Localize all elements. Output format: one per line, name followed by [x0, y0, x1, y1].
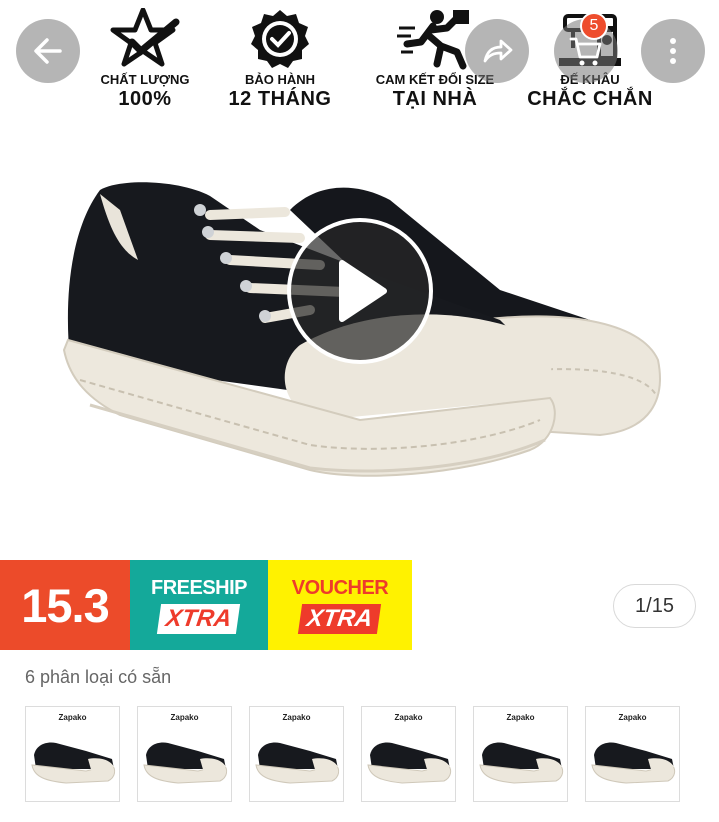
cart-button[interactable]: 5	[554, 12, 618, 83]
feature-warranty: BẢO HÀNH 12 THÁNG	[205, 8, 355, 111]
gallery-counter: 1/15	[613, 584, 696, 628]
feature-quality-line1: CHẤT LƯỢNG	[100, 72, 190, 87]
voucher-xtra-badge: VOUCHER XTRA	[268, 560, 412, 650]
cart-count-badge: 5	[580, 12, 608, 40]
feature-warranty-line2: 12 THÁNG	[228, 88, 332, 110]
freeship-label: FREESHIP	[150, 576, 248, 599]
feature-sole-line2: CHẮC CHẮN	[527, 88, 653, 110]
product-media[interactable]: CHẤT LƯỢNG 100% BẢO HÀNH 12 THÁNG CAM KẾ…	[0, 0, 719, 560]
sale-date-badge: 15.3	[0, 560, 130, 650]
variant-brand: Zapako	[170, 713, 199, 722]
variant-thumbnail[interactable]: Zapako	[249, 706, 344, 802]
variant-brand: Zapako	[506, 713, 535, 722]
variant-thumbnail[interactable]: Zapako	[473, 706, 568, 802]
variant-brand: Zapako	[282, 713, 311, 722]
variant-list: Zapako Zapako Zapako Zapako Zapako Zapak…	[25, 706, 695, 802]
more-vertical-icon	[670, 38, 676, 64]
badge-check-icon	[251, 10, 309, 68]
star-check-icon	[110, 8, 180, 67]
variant-thumbnail[interactable]: Zapako	[137, 706, 232, 802]
variant-thumbnail[interactable]: Zapako	[585, 706, 680, 802]
feature-exchange-line2: TẠI NHÀ	[392, 88, 478, 110]
freeship-xtra-label: XTRA	[157, 603, 241, 634]
more-options-button[interactable]	[641, 19, 705, 83]
voucher-xtra-label: XTRA	[298, 603, 382, 634]
variant-thumbnail[interactable]: Zapako	[25, 706, 120, 802]
feature-quality-line2: 100%	[118, 88, 172, 110]
promo-banner: 15.3 FREESHIP XTRA VOUCHER XTRA	[0, 560, 412, 650]
feature-warranty-line1: BẢO HÀNH	[244, 72, 316, 87]
back-button[interactable]	[16, 19, 80, 83]
variants-label: 6 phân loại có sẵn	[25, 667, 172, 687]
share-button[interactable]	[465, 19, 529, 83]
play-icon	[339, 260, 387, 322]
variant-thumbnail[interactable]: Zapako	[361, 706, 456, 802]
freeship-xtra-badge: FREESHIP XTRA	[130, 560, 268, 650]
play-video-button[interactable]	[287, 218, 433, 364]
feature-quality: CHẤT LƯỢNG 100%	[70, 8, 220, 111]
variant-brand: Zapako	[394, 713, 423, 722]
share-arrow-icon	[483, 39, 513, 63]
voucher-label: VOUCHER	[291, 576, 389, 599]
running-delivery-icon	[397, 10, 469, 70]
arrow-left-icon	[34, 38, 62, 64]
variant-brand: Zapako	[58, 713, 87, 722]
variant-brand: Zapako	[618, 713, 647, 722]
